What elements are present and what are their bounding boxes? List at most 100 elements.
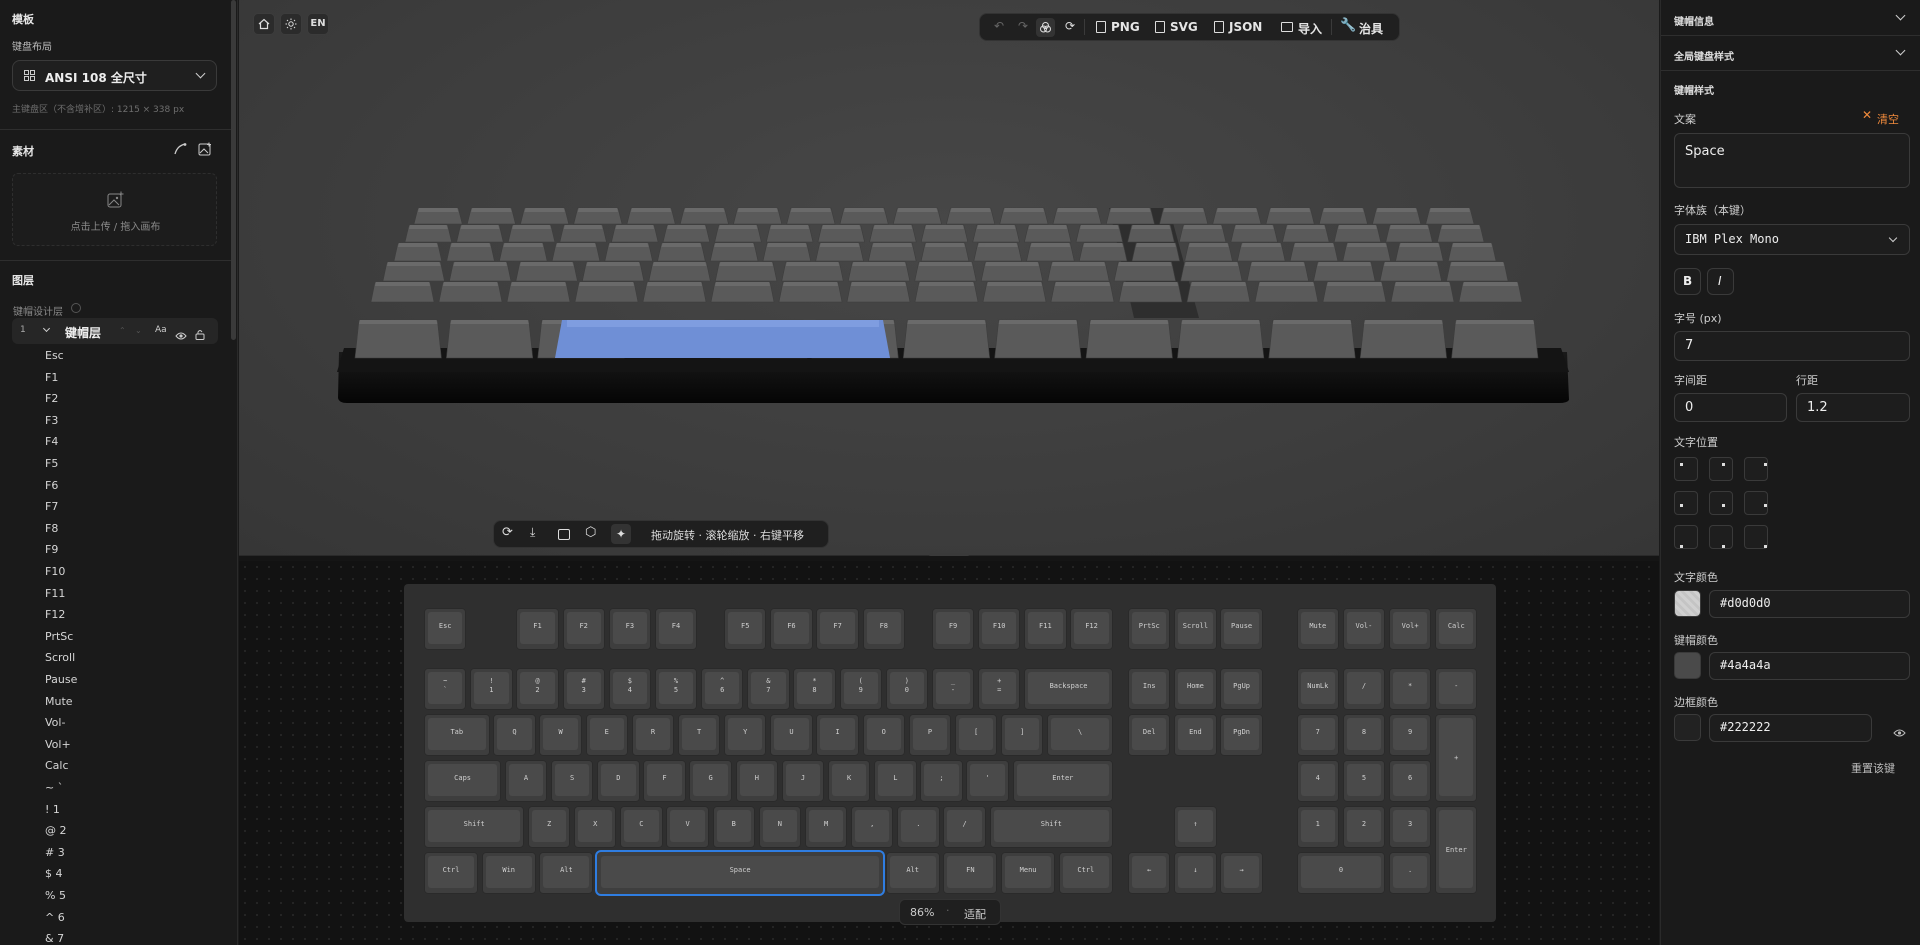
keycap[interactable]: / bbox=[943, 806, 986, 848]
move-down-icon[interactable]: ⌄ bbox=[135, 326, 142, 335]
layer-tree-item[interactable]: F4 bbox=[45, 435, 58, 448]
text-position-option[interactable] bbox=[1744, 457, 1768, 481]
eye-icon[interactable] bbox=[1893, 723, 1906, 737]
keycap[interactable]: $4 bbox=[608, 668, 652, 710]
keycap[interactable]: Vol- bbox=[1342, 608, 1386, 650]
keycap[interactable]: R bbox=[631, 714, 675, 756]
keycap[interactable]: H bbox=[735, 760, 779, 802]
layer-tree-item[interactable]: $ 4 bbox=[45, 867, 63, 880]
rotate-icon[interactable]: ⟳ bbox=[502, 525, 513, 540]
keycap[interactable]: ; bbox=[920, 760, 963, 802]
reset-key-button[interactable]: 重置该键 bbox=[1851, 760, 1895, 776]
keycap[interactable]: Shift bbox=[989, 806, 1114, 848]
eye-icon[interactable] bbox=[175, 326, 187, 340]
layer-tree-item[interactable]: Pause bbox=[45, 673, 77, 686]
keycap[interactable]: T bbox=[677, 714, 721, 756]
italic-button[interactable]: I bbox=[1707, 268, 1734, 295]
text-position-option[interactable] bbox=[1744, 525, 1768, 549]
keycap[interactable]: 6 bbox=[1388, 760, 1432, 802]
layer-tree-item[interactable]: F6 bbox=[45, 479, 58, 492]
layer-tree-item[interactable]: F10 bbox=[45, 565, 65, 578]
keycap[interactable]: Home bbox=[1174, 668, 1217, 710]
layer-tree-item[interactable]: Esc bbox=[45, 349, 64, 362]
border-color-input[interactable]: #222222 bbox=[1709, 714, 1872, 742]
keycap[interactable]: F bbox=[643, 760, 686, 802]
layer-tree-item[interactable]: ^ 6 bbox=[45, 911, 65, 924]
move-up-icon[interactable]: ⌃ bbox=[119, 326, 126, 335]
keycap[interactable]: F4 bbox=[654, 608, 698, 650]
bold-button[interactable]: B bbox=[1674, 268, 1701, 295]
keycap[interactable]: Shift bbox=[424, 806, 525, 848]
keycap[interactable]: F12 bbox=[1070, 608, 1113, 650]
keycap[interactable]: \ bbox=[1047, 714, 1113, 756]
keycap[interactable]: F3 bbox=[608, 608, 652, 650]
keycap[interactable]: E bbox=[585, 714, 628, 756]
text-color-swatch[interactable] bbox=[1674, 590, 1701, 617]
keycap[interactable]: Backspace bbox=[1024, 668, 1113, 710]
keycap[interactable]: ' bbox=[966, 760, 1009, 802]
keycap[interactable]: End bbox=[1174, 714, 1217, 756]
keycap[interactable]: FN bbox=[943, 852, 998, 894]
keycap[interactable]: → bbox=[1220, 852, 1263, 894]
keycap[interactable]: 4 bbox=[1296, 760, 1339, 802]
keycap[interactable]: K bbox=[827, 760, 871, 802]
keycap[interactable]: D bbox=[597, 760, 640, 802]
layout-select[interactable]: ANSI 108 全尺寸 bbox=[12, 60, 217, 91]
layer-tree-item[interactable]: Scroll bbox=[45, 651, 75, 664]
keycap[interactable]: ↑ bbox=[1174, 806, 1217, 848]
keycap[interactable]: Z bbox=[527, 806, 571, 848]
keycap[interactable]: W bbox=[539, 714, 582, 756]
keycap[interactable]: F10 bbox=[978, 608, 1021, 650]
keycap[interactable]: Y bbox=[724, 714, 767, 756]
keycap[interactable]: N bbox=[758, 806, 802, 848]
global-style-header[interactable]: 全局键盘样式 bbox=[1674, 48, 1734, 63]
keycap[interactable]: F2 bbox=[562, 608, 605, 650]
keycap[interactable]: . bbox=[1388, 852, 1432, 894]
border-color-swatch[interactable] bbox=[1674, 714, 1701, 741]
keycap[interactable]: . bbox=[897, 806, 940, 848]
fit-button[interactable]: 适配 bbox=[964, 906, 986, 922]
keycap[interactable]: Ctrl bbox=[1058, 852, 1113, 894]
lock-icon[interactable] bbox=[195, 325, 205, 340]
keycap[interactable]: Tab bbox=[424, 714, 490, 756]
layer-tree-item[interactable]: F2 bbox=[45, 392, 58, 405]
text-position-option[interactable] bbox=[1744, 491, 1768, 515]
keycap[interactable]: U bbox=[770, 714, 813, 756]
chevron-down-icon[interactable] bbox=[1895, 45, 1906, 56]
keycap[interactable]: Vol+ bbox=[1388, 608, 1432, 650]
keycap[interactable]: P bbox=[908, 714, 952, 756]
keycap[interactable]: Enter bbox=[1435, 806, 1478, 894]
layer-tree-item[interactable]: # 3 bbox=[45, 846, 65, 859]
upload-dropzone[interactable]: 点击上传 / 拖入画布 bbox=[12, 173, 217, 246]
keycap[interactable]: X bbox=[574, 806, 617, 848]
layer-tree-item[interactable]: PrtSc bbox=[45, 630, 73, 643]
layer-tree-item[interactable]: & 7 bbox=[45, 932, 64, 945]
2d-canvas[interactable]: Esc F1 F2 F3 F4 F5 F6 F7 F8 F9 F10 F11 F12 PrtSc Scrol… bbox=[239, 561, 1659, 945]
keycap[interactable]: _ - bbox=[931, 668, 975, 710]
keycap[interactable]: ↓ bbox=[1174, 852, 1217, 894]
chevron-down-icon[interactable] bbox=[1895, 10, 1906, 21]
keycap[interactable]: B bbox=[712, 806, 755, 848]
keycap[interactable]: + bbox=[1435, 714, 1478, 802]
keycap[interactable]: ! 1 bbox=[470, 668, 513, 710]
keycap[interactable]: F6 bbox=[770, 608, 813, 650]
keycap[interactable]: F11 bbox=[1024, 608, 1067, 650]
keycap[interactable]: / bbox=[1342, 668, 1386, 710]
keycap[interactable]: S bbox=[550, 760, 594, 802]
left-scrollbar[interactable] bbox=[231, 0, 236, 340]
keycap[interactable]: ] bbox=[1001, 714, 1044, 756]
keycap[interactable]: PgUp bbox=[1220, 668, 1263, 710]
3d-viewport[interactable]: EN ↶ ↷ ⟳ PNG SVG JSON 导入 🔧 治具 ⟳ ⤓ ⬡ ✦ 拖动… bbox=[239, 0, 1659, 555]
keycap[interactable]: L bbox=[874, 760, 917, 802]
font-size-input[interactable]: 7 bbox=[1674, 331, 1910, 361]
add-image-icon[interactable] bbox=[198, 141, 212, 156]
keycap[interactable]: Pause bbox=[1220, 608, 1263, 650]
keycap[interactable]: V bbox=[666, 806, 709, 848]
chevron-down-icon[interactable] bbox=[42, 324, 51, 333]
keycap[interactable]: PgDn bbox=[1220, 714, 1263, 756]
keycap[interactable]: Esc bbox=[424, 608, 467, 650]
keycap[interactable]: & 7 bbox=[747, 668, 790, 710]
keycap[interactable]: 1 bbox=[1296, 806, 1339, 848]
layer-tree-item[interactable]: % 5 bbox=[45, 889, 66, 902]
layer-tree-item[interactable]: ~ ` bbox=[45, 781, 63, 794]
